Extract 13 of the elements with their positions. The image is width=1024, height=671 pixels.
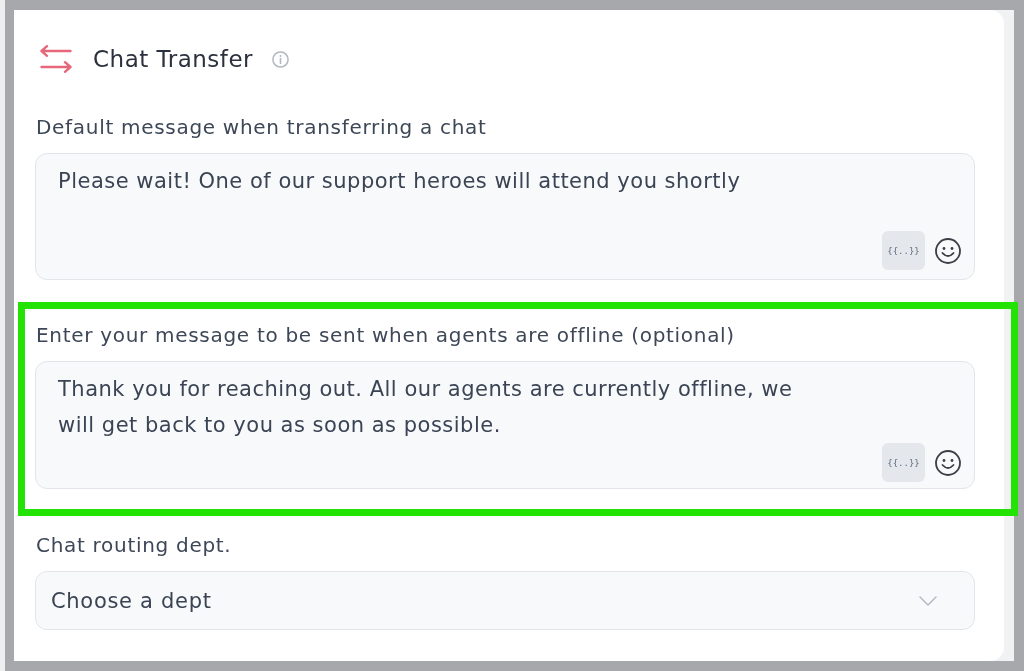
emoji-icon[interactable] [935,449,961,476]
field-label: Default message when transferring a chat [35,115,487,139]
emoji-icon[interactable] [935,237,961,264]
message-field[interactable]: Please wait! One of our support heroes will attend you shortly {{..}} [35,153,975,280]
variable-button[interactable]: {{..}} [882,443,925,482]
field-label: Chat routing dept. [35,533,232,557]
variable-button[interactable]: {{..}} [882,231,925,270]
dept-select[interactable]: Choose a dept [35,571,975,630]
chevron-down-icon [919,595,937,606]
transfer-arrows-icon [40,45,72,73]
message-field[interactable]: Thank you for reaching out. All our agents are currently offline, we will get back to you as soon as possible. {{..}} [35,361,975,489]
section-title: Chat Transfer [93,45,254,73]
field-label: Enter your message to be sent when agents are offline (optional) [35,323,735,347]
